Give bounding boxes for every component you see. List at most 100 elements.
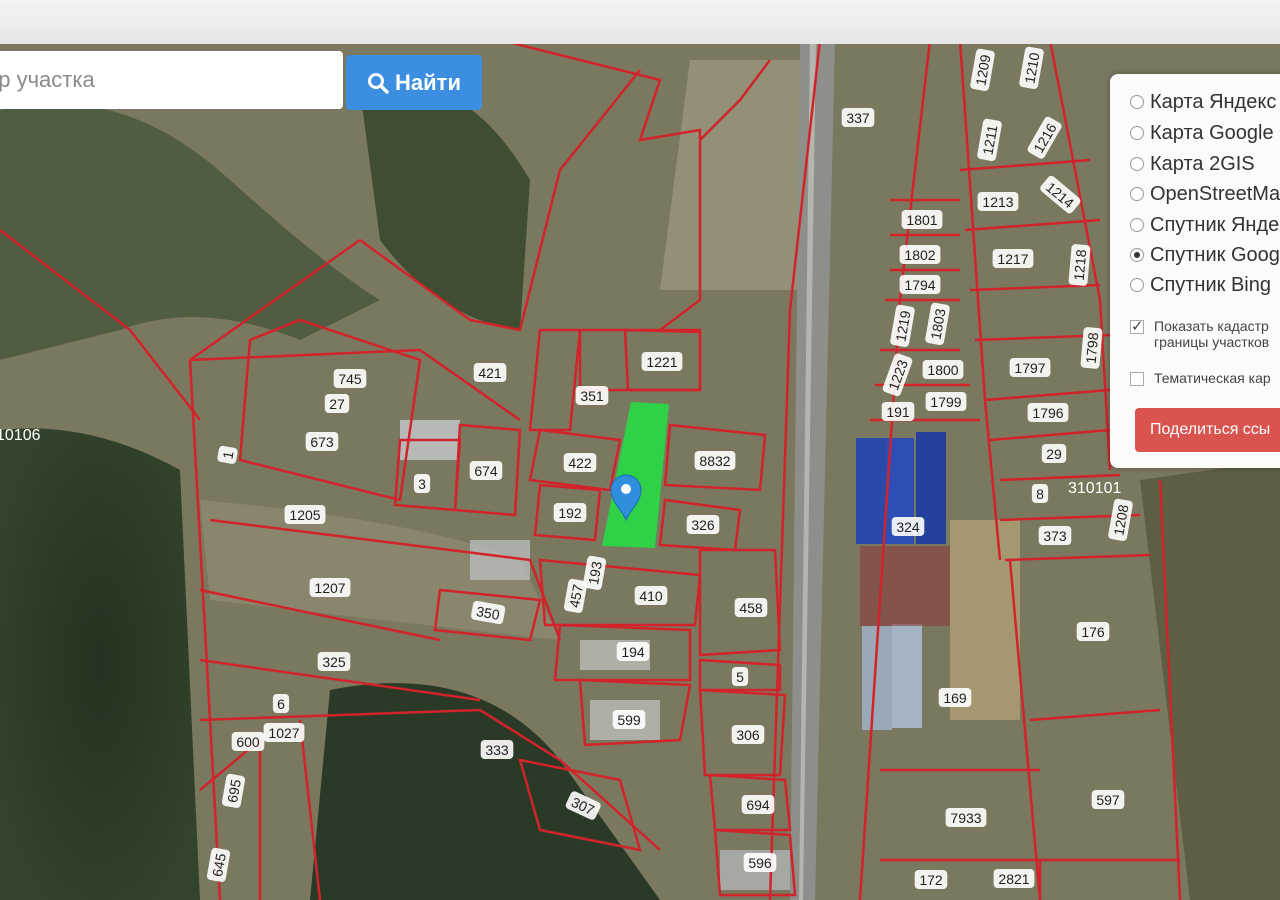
plot-label-8[interactable]: 8 bbox=[1031, 484, 1049, 503]
plot-number: 1217 bbox=[997, 251, 1028, 267]
radio-google-satellite[interactable] bbox=[1130, 248, 1144, 262]
plot-number: 333 bbox=[485, 742, 509, 758]
plot-label-596[interactable]: 596 bbox=[743, 853, 777, 872]
plot-label-1205[interactable]: 1205 bbox=[284, 505, 326, 524]
plot-label-29[interactable]: 29 bbox=[1041, 444, 1067, 463]
radio-yandex-map[interactable] bbox=[1130, 95, 1144, 109]
plot-label-1801[interactable]: 1801 bbox=[901, 210, 943, 229]
plot-label-172[interactable]: 172 bbox=[914, 870, 948, 889]
plot-label-6[interactable]: 6 bbox=[272, 694, 290, 713]
plot-label-192[interactable]: 192 bbox=[553, 503, 587, 522]
plot-label-1217[interactable]: 1217 bbox=[992, 249, 1034, 268]
plot-label-745[interactable]: 745 bbox=[333, 369, 367, 388]
search-icon bbox=[368, 72, 389, 94]
plot-number: 1801 bbox=[906, 212, 937, 228]
plot-label-421[interactable]: 421 bbox=[473, 363, 507, 382]
plot-label-2821[interactable]: 2821 bbox=[993, 869, 1035, 888]
thematic-toggle[interactable]: Тематическая кар bbox=[1130, 370, 1271, 386]
plot-label-351[interactable]: 351 bbox=[575, 386, 609, 405]
radio-2gis-map[interactable] bbox=[1130, 157, 1144, 171]
plot-number: 597 bbox=[1096, 792, 1120, 808]
plot-label-169[interactable]: 169 bbox=[938, 688, 972, 707]
plot-number: 326 bbox=[691, 517, 715, 533]
plot-label-1794[interactable]: 1794 bbox=[899, 275, 941, 294]
plot-label-326[interactable]: 326 bbox=[686, 515, 720, 534]
layer-label: Карта 2GIS bbox=[1150, 152, 1255, 175]
radio-bing-satellite[interactable] bbox=[1130, 278, 1144, 292]
layer-option-bing-satellite[interactable]: Спутник Bing bbox=[1130, 271, 1271, 299]
plot-label-324[interactable]: 324 bbox=[891, 517, 925, 536]
plot-label-5[interactable]: 5 bbox=[731, 667, 749, 686]
browser-top-strip bbox=[0, 0, 1280, 44]
plot-label-7933[interactable]: 7933 bbox=[945, 808, 987, 827]
plot-label-1[interactable]: 1 bbox=[217, 445, 239, 464]
plot-label-333[interactable]: 333 bbox=[480, 740, 514, 759]
plot-label-1797[interactable]: 1797 bbox=[1009, 358, 1051, 377]
plot-number: 1218 bbox=[1071, 249, 1090, 282]
plot-label-306[interactable]: 306 bbox=[731, 725, 765, 744]
plot-label-1027[interactable]: 1027 bbox=[263, 723, 305, 742]
plot-label-1798[interactable]: 1798 bbox=[1080, 327, 1103, 369]
plot-label-194[interactable]: 194 bbox=[616, 642, 650, 661]
plot-label-8832[interactable]: 8832 bbox=[694, 451, 736, 470]
plot-label-1213[interactable]: 1213 bbox=[977, 192, 1019, 211]
plot-label-410[interactable]: 410 bbox=[634, 586, 668, 605]
satellite-map[interactable]: 1209 12103371211 121618011213 12141802 1217 1… bbox=[0, 0, 1280, 900]
layer-label: Карта Google bbox=[1150, 121, 1274, 144]
plot-number: 1802 bbox=[904, 247, 935, 263]
plot-label-373[interactable]: 373 bbox=[1038, 526, 1072, 545]
radio-yandex-satellite[interactable] bbox=[1130, 218, 1144, 232]
layer-option-yandex-map[interactable]: Карта Яндекс bbox=[1130, 88, 1276, 116]
plot-number: 599 bbox=[617, 712, 641, 728]
plot-label-3[interactable]: 3 bbox=[413, 474, 431, 493]
plot-number: 306 bbox=[736, 727, 760, 743]
plot-number: 8832 bbox=[699, 453, 730, 469]
plot-label-597[interactable]: 597 bbox=[1091, 790, 1125, 809]
plot-label-191[interactable]: 191 bbox=[881, 402, 915, 421]
layer-option-openstreetmap[interactable]: OpenStreetMa bbox=[1130, 180, 1280, 208]
share-link-button[interactable]: Поделиться ссы bbox=[1135, 408, 1280, 452]
plot-number: 600 bbox=[236, 734, 260, 750]
plot-number: 169 bbox=[943, 690, 967, 706]
thematic-checkbox[interactable] bbox=[1130, 372, 1144, 386]
cadastral-checkbox[interactable] bbox=[1130, 317, 1144, 335]
search-button[interactable]: Найти bbox=[346, 55, 482, 110]
layer-option-google-map[interactable]: Карта Google bbox=[1130, 119, 1274, 147]
plot-label-694[interactable]: 694 bbox=[741, 795, 775, 814]
layer-label: Спутник Bing bbox=[1150, 273, 1271, 296]
plot-number: 191 bbox=[886, 404, 910, 420]
plot-label-600[interactable]: 600 bbox=[231, 732, 265, 751]
plot-label-1218[interactable]: 1218 bbox=[1068, 244, 1091, 286]
layer-option-2gis-map[interactable]: Карта 2GIS bbox=[1130, 150, 1255, 178]
layer-option-yandex-satellite[interactable]: Спутник Янде bbox=[1130, 211, 1279, 239]
plot-number: 694 bbox=[746, 797, 770, 813]
plot-number: 192 bbox=[558, 505, 582, 521]
layer-label: Спутник Goog bbox=[1150, 243, 1280, 266]
radio-openstreetmap[interactable] bbox=[1130, 187, 1144, 201]
cadastral-label-line2: границы участков bbox=[1154, 334, 1270, 350]
plot-label-458[interactable]: 458 bbox=[734, 598, 768, 617]
radio-google-map[interactable] bbox=[1130, 126, 1144, 140]
plot-label-27[interactable]: 27 bbox=[324, 394, 350, 413]
plot-label-673[interactable]: 673 bbox=[305, 432, 339, 451]
plot-label-337[interactable]: 337 bbox=[841, 108, 875, 127]
plot-number: 1213 bbox=[982, 194, 1013, 210]
plot-label-1207[interactable]: 1207 bbox=[309, 578, 351, 597]
layer-label: Карта Яндекс bbox=[1150, 90, 1277, 113]
plot-label-1802[interactable]: 1802 bbox=[899, 245, 941, 264]
plot-label-599[interactable]: 599 bbox=[612, 710, 646, 729]
plot-number: 422 bbox=[568, 455, 592, 471]
plot-label-674[interactable]: 674 bbox=[469, 461, 503, 480]
plot-label-1799[interactable]: 1799 bbox=[925, 392, 967, 411]
cadastral-toggle[interactable]: Показать кадастр границы участков bbox=[1130, 317, 1270, 350]
plot-number: 194 bbox=[621, 644, 645, 660]
plot-label-325[interactable]: 325 bbox=[317, 652, 351, 671]
plot-label-176[interactable]: 176 bbox=[1076, 622, 1110, 641]
plot-label-1221[interactable]: 1221 bbox=[641, 352, 683, 371]
layer-option-google-satellite[interactable]: Спутник Goog bbox=[1130, 241, 1280, 269]
search-input[interactable] bbox=[0, 51, 343, 109]
plot-label-1796[interactable]: 1796 bbox=[1027, 403, 1069, 422]
plot-label-1800[interactable]: 1800 bbox=[922, 360, 964, 379]
plot-number: 1799 bbox=[930, 394, 961, 410]
plot-label-422[interactable]: 422 bbox=[563, 453, 597, 472]
